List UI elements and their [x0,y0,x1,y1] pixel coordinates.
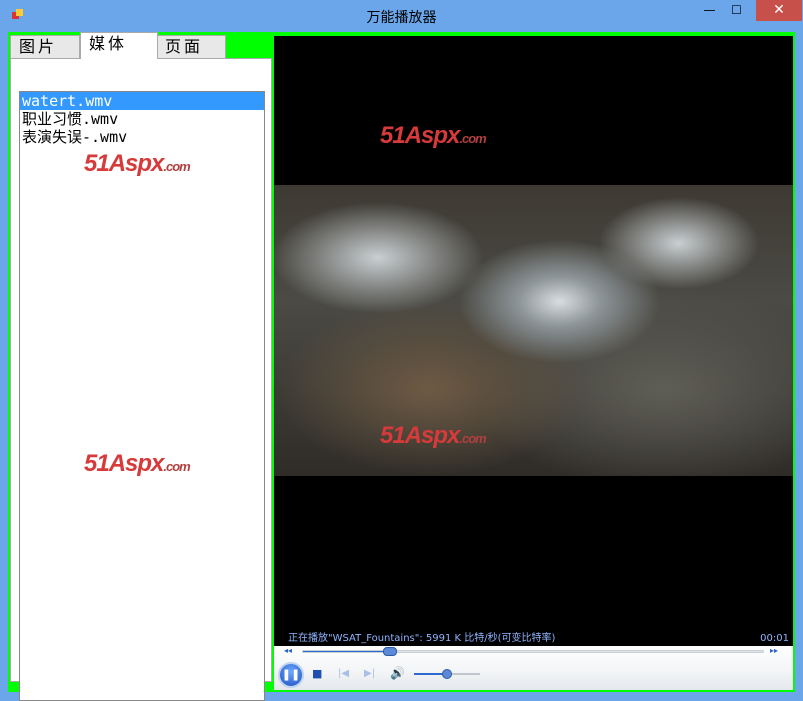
window-title: 万能播放器 [366,10,437,26]
minimize-button[interactable]: — [696,0,723,21]
playback-status: 正在播放"WSAT_Fountains": 5991 K 比特/秒(可变比特率) [288,633,556,644]
video-display[interactable]: 51Aspx.com 51Aspx.com 正在播放"WSAT_Fountain… [274,36,793,646]
volume-thumb[interactable] [442,669,452,679]
tab-pictures[interactable]: 图片 [10,35,80,59]
player-controls: ◂◂ ▸▸ ❚❚ ■ |◀ ▶| 🔊 [274,646,793,690]
playlist-item[interactable]: watert.wmv [20,92,264,110]
close-button[interactable]: ✕ [756,0,802,21]
tab-media[interactable]: 媒体 [80,32,158,59]
previous-button[interactable]: |◀ [338,668,349,679]
client-area: 图片 媒体 页面 watert.wmv 职业习惯.wmv 表演失误-.wmv 5… [8,32,795,701]
stop-button[interactable]: ■ [312,667,322,680]
tab-pages[interactable]: 页面 [156,35,226,59]
playlist-item[interactable]: 表演失误-.wmv [20,128,264,146]
fast-forward-icon[interactable]: ▸▸ [770,646,778,655]
media-tab-page: watert.wmv 职业习惯.wmv 表演失误-.wmv 51Aspx.com… [10,58,272,701]
title-bar: 万能播放器 — ☐ ✕ [0,0,803,32]
maximize-button[interactable]: ☐ [723,0,750,21]
seek-bar[interactable] [302,647,764,656]
watermark-logo: 51Aspx.com [84,450,191,477]
watermark-logo: 51Aspx.com [84,150,191,177]
seek-thumb[interactable] [383,647,398,656]
watermark-logo: 51Aspx.com [380,422,487,449]
playlist-listbox[interactable]: watert.wmv 职业习惯.wmv 表演失误-.wmv 51Aspx.com… [19,91,265,701]
next-button[interactable]: ▶| [364,668,375,679]
volume-slider[interactable] [414,669,480,679]
playlist-item[interactable]: 职业习惯.wmv [20,110,264,128]
pause-button[interactable]: ❚❚ [278,662,304,688]
volume-icon[interactable]: 🔊 [390,666,405,680]
watermark-logo: 51Aspx.com [380,122,487,149]
playback-time: 00:01 [760,633,789,644]
video-frame [274,185,793,476]
rewind-icon[interactable]: ◂◂ [284,646,292,655]
